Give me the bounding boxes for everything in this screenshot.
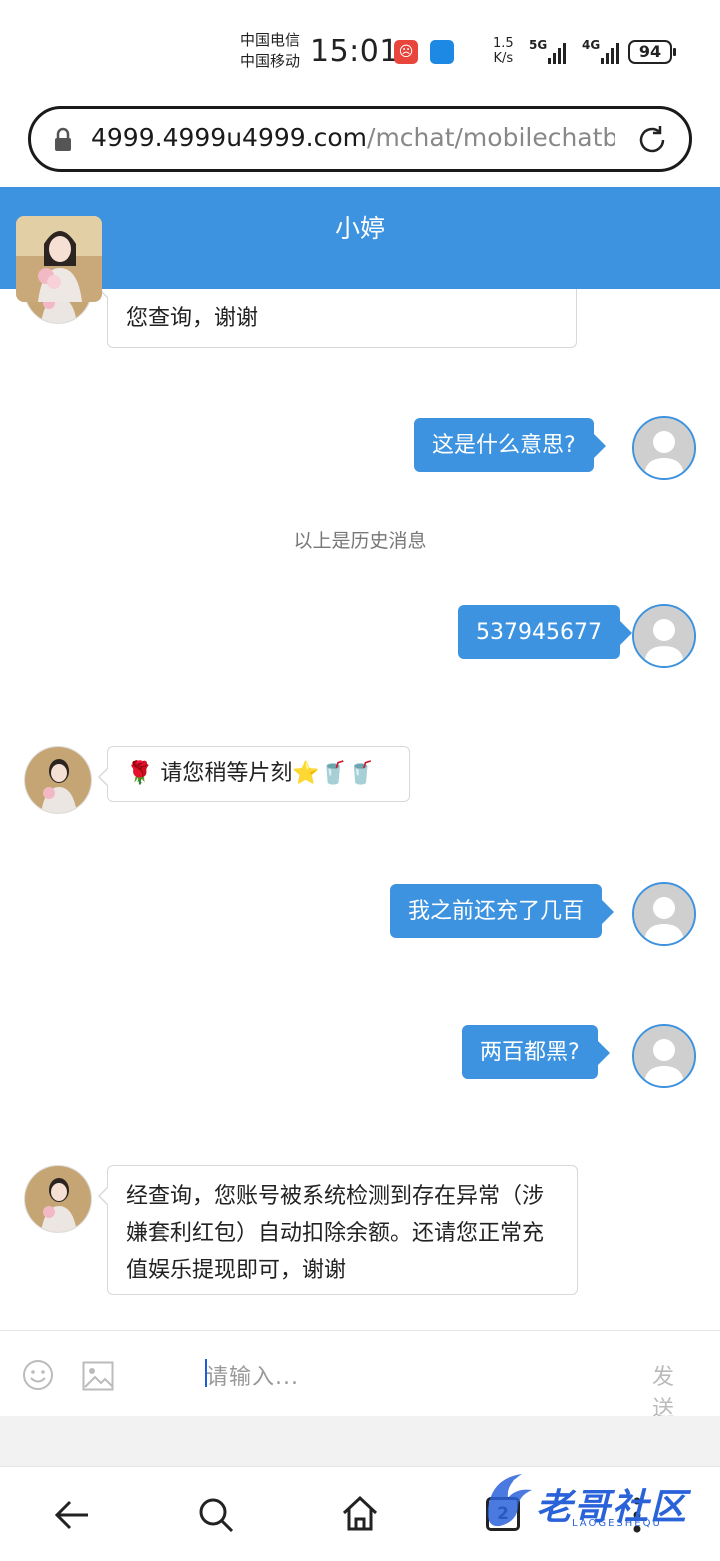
signal-5g-icon — [548, 40, 566, 64]
message-text: 我之前还充了几百 — [408, 899, 585, 924]
notification-app-icon: ☹ — [394, 40, 418, 64]
history-divider: 以上是历史消息 — [293, 530, 427, 552]
agent-message: 经查询，您账号被系统检测到存在异常（涉嫌套利红包）自动扣除余额。还请您正常充值娱… — [98, 1165, 578, 1295]
url-path: /mchat/mobilechatb — [367, 123, 615, 152]
status-bar: 中国电信 中国移动 15:01 ☹ 1.5 K/s 5G 4G 94 — [0, 0, 720, 100]
user-message: 537945677 — [458, 605, 632, 659]
lock-icon — [55, 127, 71, 151]
signal-5g-label: 5G — [529, 38, 548, 52]
browser-bottom-spacer — [0, 1416, 720, 1466]
search-icon[interactable] — [196, 1495, 236, 1535]
message-text: 这是什么意思? — [432, 433, 576, 458]
user-avatar — [632, 604, 696, 668]
battery-icon: 94 — [628, 40, 676, 64]
chat-input-bar: 请输入... 发 送 — [0, 1330, 720, 1422]
carrier-2: 中国移动 — [240, 52, 301, 70]
user-message: 我之前还充了几百 — [390, 884, 615, 938]
signal-4g-icon — [601, 40, 619, 64]
message-text: 经查询，您账号被系统检测到存在异常（涉嫌套利红包）自动扣除余额。还请您正常充值娱… — [126, 1184, 545, 1283]
send-button[interactable]: 发 送 — [652, 1359, 720, 1423]
clock: 15:01 — [310, 34, 399, 69]
network-speed-value: 1.5 — [493, 36, 514, 51]
emoji-icon[interactable] — [22, 1359, 54, 1391]
message-text: 您查询，谢谢 — [126, 306, 259, 331]
agent-avatar — [24, 1165, 92, 1233]
message-text: 两百都黑? — [480, 1040, 580, 1065]
home-icon[interactable] — [340, 1493, 380, 1533]
dragon-logo-icon — [487, 1474, 532, 1527]
watermark-subtext: LAOGESHEQU — [572, 1518, 662, 1529]
agent-avatar — [24, 746, 92, 814]
chat-title: 小婷 — [334, 214, 385, 243]
signal-4g-label: 4G — [582, 38, 601, 52]
address-bar[interactable]: 4999.4999u4999.com/mchat/mobilechatb — [28, 106, 692, 172]
user-message: 这是什么意思? — [414, 418, 606, 472]
url-host: 4999.4999u4999.com — [91, 123, 368, 152]
reload-icon[interactable] — [635, 123, 669, 157]
agent-message: 🌹 请您稍等片刻⭐🥤🥤 — [98, 746, 410, 802]
user-avatar — [632, 416, 696, 480]
message-text: 537945677 — [476, 620, 602, 645]
url-text[interactable]: 4999.4999u4999.com/mchat/mobilechatb — [91, 123, 615, 152]
agent-header-avatar — [16, 216, 102, 302]
user-message: 两百都黑? — [462, 1025, 610, 1079]
network-speed-unit: K/s — [493, 51, 514, 66]
user-avatar — [632, 882, 696, 946]
chat-header: 小婷 — [0, 187, 720, 302]
image-icon[interactable] — [82, 1361, 114, 1391]
store-app-icon — [430, 40, 454, 64]
network-speed: 1.5 K/s — [493, 36, 514, 66]
user-avatar — [632, 1024, 696, 1088]
message-text: 🌹 请您稍等片刻⭐🥤🥤 — [126, 761, 375, 786]
message-input[interactable]: 请输入... — [206, 1359, 299, 1391]
carrier-1: 中国电信 — [240, 31, 301, 49]
carrier-labels: 中国电信 中国移动 — [240, 30, 300, 72]
back-icon[interactable] — [52, 1495, 92, 1535]
